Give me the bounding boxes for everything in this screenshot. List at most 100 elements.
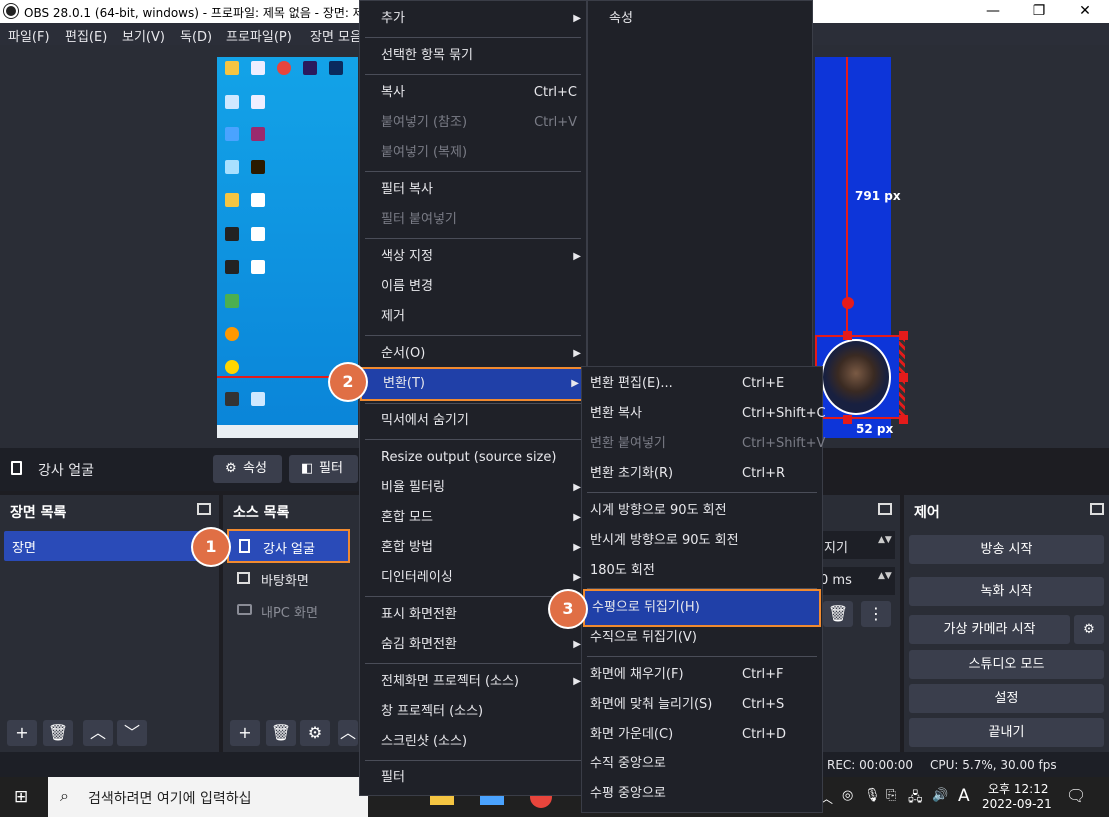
add-scene-button[interactable]: + [7, 720, 37, 746]
resize-handle[interactable] [899, 331, 908, 340]
start-recording-button[interactable]: 녹화 시작 [909, 577, 1104, 606]
resize-handle[interactable] [899, 415, 908, 424]
resize-handle[interactable] [899, 373, 908, 382]
menu-file[interactable]: 파일(F) [8, 26, 50, 45]
move-down-button[interactable]: ﹀ [117, 720, 147, 746]
menu-item-blend-mode[interactable]: 혼합 모드 ▶ [360, 503, 586, 533]
menu-item-set-color[interactable]: 색상 지정 ▶ [360, 242, 586, 272]
menu-item-copy-transform[interactable]: 변환 복사 Ctrl+Shift+C [582, 399, 826, 429]
menu-item-rotate-180[interactable]: 180도 회전 [582, 556, 822, 586]
taskbar-search[interactable]: ⌕ 검색하려면 여기에 입력하십 [48, 777, 368, 817]
menu-item-fullscreen-projector[interactable]: 전체화면 프로젝터 (소스) ▶ [360, 667, 586, 697]
app-icon [251, 227, 265, 241]
start-streaming-button[interactable]: 방송 시작 [909, 535, 1104, 564]
ime-indicator[interactable]: A [958, 786, 970, 806]
menu-item-fit-to-screen[interactable]: 화면에 채우기(F) Ctrl+F [582, 660, 822, 690]
maximize-icon[interactable]: ❐ [1016, 0, 1062, 23]
undock-icon[interactable] [1090, 503, 1104, 515]
submenu-arrow-icon: ▶ [573, 13, 581, 24]
cast-icon: ⎘ [886, 788, 897, 803]
menu-view[interactable]: 보기(V) [122, 26, 165, 45]
menu-item-hide-transition[interactable]: 숨김 화면전환 ▶ [360, 630, 586, 660]
studio-mode-button[interactable]: 스튜디오 모드 [909, 650, 1104, 679]
duration-input[interactable]: 0 ms ▲▼ [820, 567, 895, 595]
menu-item-copy-filters[interactable]: 필터 복사 [360, 175, 586, 205]
menu-item-edit-transform[interactable]: 변환 편집(E)... Ctrl+E [582, 369, 822, 399]
scene-item[interactable]: 장면 [4, 531, 215, 561]
menu-item-center-to-screen[interactable]: 화면 가운데(C) Ctrl+D [582, 720, 822, 750]
menu-scene-collection[interactable]: 장면 모음 [310, 26, 362, 45]
submenu-arrow-icon: ▶ [573, 482, 581, 493]
menu-item-stretch-to-screen[interactable]: 화면에 맞춰 늘리기(S) Ctrl+S [582, 690, 822, 720]
file-icon [251, 95, 265, 109]
menu-item-hide-in-mixer[interactable]: 믹서에서 숨기기 [360, 406, 586, 436]
app-icon [225, 193, 239, 207]
remove-scene-button[interactable]: 🗑 [43, 720, 73, 746]
windows-start-icon[interactable]: ⊞ [14, 787, 28, 807]
menu-item-rename[interactable]: 이름 변경 [360, 272, 586, 302]
app-icon [225, 392, 239, 406]
properties-button[interactable]: ⚙ 속성 [213, 455, 282, 483]
undock-icon[interactable] [878, 503, 892, 515]
menu-item-scale-filtering[interactable]: 비율 필터링 ▶ [360, 473, 586, 503]
remove-source-button[interactable]: 🗑 [266, 720, 296, 746]
menu-item-rotate-cw[interactable]: 시계 방향으로 90도 회전 [582, 496, 822, 526]
exit-button[interactable]: 끝내기 [909, 718, 1104, 747]
more-options-button[interactable]: ⋮ [861, 601, 891, 627]
menu-item-properties[interactable]: 속성 [588, 4, 812, 34]
step-badge-1: 1 [193, 529, 229, 565]
start-virtual-camera-button[interactable]: 가상 카메라 시작 [909, 615, 1070, 644]
context-menu: 추가 ▶ 선택한 항목 묶기 복사 Ctrl+C 붙여넣기 (참조) Ctrl+V 붙… [359, 0, 587, 796]
illustrator-icon [251, 160, 265, 174]
source-properties-button[interactable]: ⚙ [300, 720, 330, 746]
menu-item-windowed-projector[interactable]: 창 프로젝터 (소스) [360, 697, 586, 727]
move-up-button[interactable]: ︿ [83, 720, 113, 746]
menu-item-filters[interactable]: 필터 [360, 763, 586, 793]
menu-item-flip-vertical[interactable]: 수직으로 뒤집기(V) [582, 623, 822, 653]
notification-icon[interactable]: 🗨 [1066, 786, 1086, 805]
menu-item-screenshot[interactable]: 스크린샷 (소스) [360, 727, 586, 757]
menu-separator [365, 760, 581, 761]
close-icon[interactable]: ✕ [1062, 0, 1108, 23]
measure-horizontal: 52 px [856, 422, 894, 436]
source-item-desktop[interactable]: 바탕화면 [227, 567, 350, 597]
menu-edit[interactable]: 편집(E) [65, 26, 107, 45]
spinner-icon: ▲▼ [878, 571, 892, 581]
app-icon [225, 360, 239, 374]
add-source-button[interactable]: + [230, 720, 260, 746]
resize-handle[interactable] [843, 415, 852, 424]
menu-item-center-horizontally[interactable]: 수평 중앙으로 [582, 779, 822, 809]
menu-item-transform[interactable]: 변환(T) ▶ [360, 367, 586, 401]
menu-item-center-vertically[interactable]: 수직 중앙으로 [582, 749, 822, 779]
minimize-icon[interactable]: — [970, 0, 1016, 23]
face-source-bounds[interactable] [815, 335, 905, 419]
remove-transition-button[interactable]: 🗑 [823, 601, 853, 627]
menu-item-group[interactable]: 선택한 항목 묶기 [360, 41, 586, 71]
menu-item-remove[interactable]: 제거 [360, 302, 586, 332]
resize-handle[interactable] [843, 331, 852, 340]
menu-dock[interactable]: 독(D) [180, 26, 212, 45]
undock-icon[interactable] [197, 503, 211, 515]
source-item-pc-screen[interactable]: 내PC 화면 [227, 599, 350, 629]
virtual-camera-settings-button[interactable]: ⚙ [1074, 615, 1104, 644]
source-item-face[interactable]: 강사 얼굴 [227, 529, 350, 563]
menu-item-copy[interactable]: 복사 Ctrl+C [360, 78, 586, 108]
filters-button[interactable]: ◧ 필터 [289, 455, 358, 483]
menu-item-blend-method[interactable]: 혼합 방법 ▶ [360, 533, 586, 563]
menu-profile[interactable]: 프로파일(P) [226, 26, 292, 45]
menu-item-rotate-ccw[interactable]: 반시계 방향으로 90도 회전 [582, 526, 822, 556]
guide-handle[interactable] [842, 297, 854, 309]
menu-item-deinterlacing[interactable]: 디인터레이싱 ▶ [360, 563, 586, 593]
menu-item-order[interactable]: 순서(O) ▶ [360, 339, 586, 369]
menu-item-flip-horizontal[interactable]: 수평으로 뒤집기(H) [583, 589, 821, 627]
menu-separator [365, 663, 581, 664]
menu-separator [365, 171, 581, 172]
menu-item-reset-transform[interactable]: 변환 초기화(R) Ctrl+R [582, 459, 822, 489]
filter-icon: ◧ [301, 461, 314, 476]
move-up-button[interactable]: ︿ [338, 720, 358, 746]
settings-button[interactable]: 설정 [909, 684, 1104, 713]
window-title: OBS 28.0.1 (64-bit, windows) - 프로파일: 제목 … [24, 6, 364, 20]
menu-item-add[interactable]: 추가 ▶ [360, 4, 586, 34]
menu-item-resize-output[interactable]: Resize output (source size) [360, 443, 586, 473]
transition-select[interactable]: 지기 ▲▼ [820, 531, 895, 559]
